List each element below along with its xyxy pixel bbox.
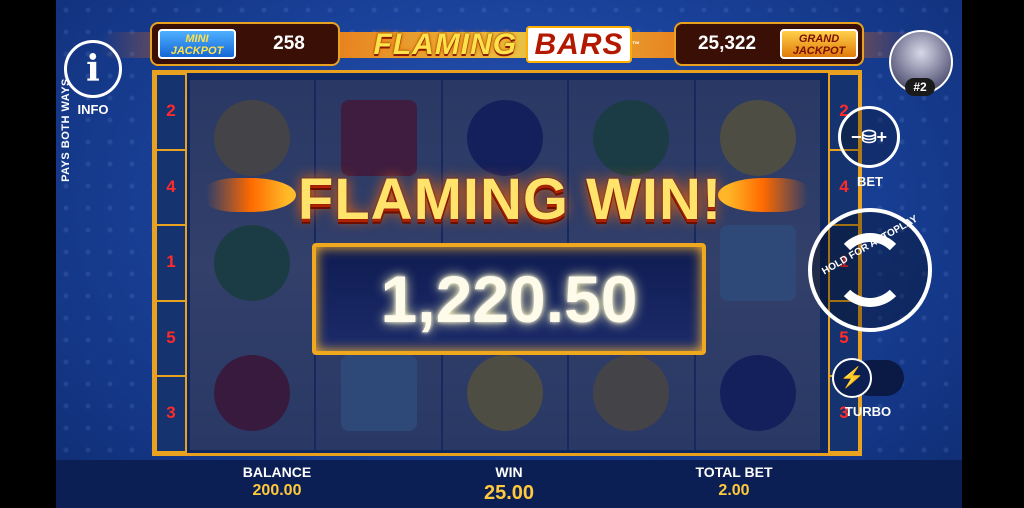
total-bet-label: TOTAL BET <box>695 464 773 480</box>
payline-number: 3 <box>166 403 176 423</box>
mini-jackpot-panel: MINI JACKPOT 258 <box>150 22 340 66</box>
total-bet-value: 2.00 <box>718 482 750 499</box>
mini-jackpot-value: 258 <box>273 33 305 54</box>
balance-value: 200.00 <box>252 482 302 499</box>
turbo-label: TURBO <box>844 404 892 419</box>
game-logo: FLAMING BARS ™ <box>352 24 662 66</box>
mini-jackpot-label: MINI JACKPOT <box>158 29 236 59</box>
bet-button[interactable]: −⛁+ <box>838 106 900 168</box>
win-label: WIN <box>495 464 523 480</box>
logo-trademark: ™ <box>631 40 641 49</box>
grand-jackpot-panel: 25,322 GRAND JACKPOT <box>674 22 864 66</box>
grand-jackpot-value: 25,322 <box>697 33 757 54</box>
balance-label: BALANCE <box>242 464 312 480</box>
payline-number: 5 <box>157 302 185 378</box>
info-label: INFO <box>77 102 109 117</box>
win-title: FLAMING WIN! <box>297 167 723 232</box>
info-icon: i <box>86 48 100 90</box>
info-button[interactable]: i <box>64 40 122 98</box>
total-bet-stat: TOTAL BET 2.00 <box>684 464 784 500</box>
lightning-icon: ⚡ <box>839 367 865 389</box>
payline-number: 4 <box>157 151 185 227</box>
payline-indicators-left: 2 4 1 5 3 <box>155 73 187 453</box>
payline-number: 2 <box>157 75 185 151</box>
grand-jackpot-label: GRAND JACKPOT <box>780 29 858 59</box>
coin-stack-icon: −⛁+ <box>850 127 888 147</box>
win-stat: WIN 25.00 <box>464 464 554 505</box>
logo-word-flaming: FLAMING <box>373 28 518 61</box>
turbo-button[interactable]: ⚡ <box>832 358 872 398</box>
balance-stat: BALANCE 200.00 <box>232 464 322 500</box>
win-amount: 1,220.50 <box>380 262 638 336</box>
bet-label: BET <box>857 174 883 189</box>
avatar-rank-badge: #2 <box>905 78 935 96</box>
win-value: 25.00 <box>483 482 535 504</box>
payline-number: 1 <box>157 226 185 302</box>
logo-word-bars: BARS <box>526 26 632 63</box>
